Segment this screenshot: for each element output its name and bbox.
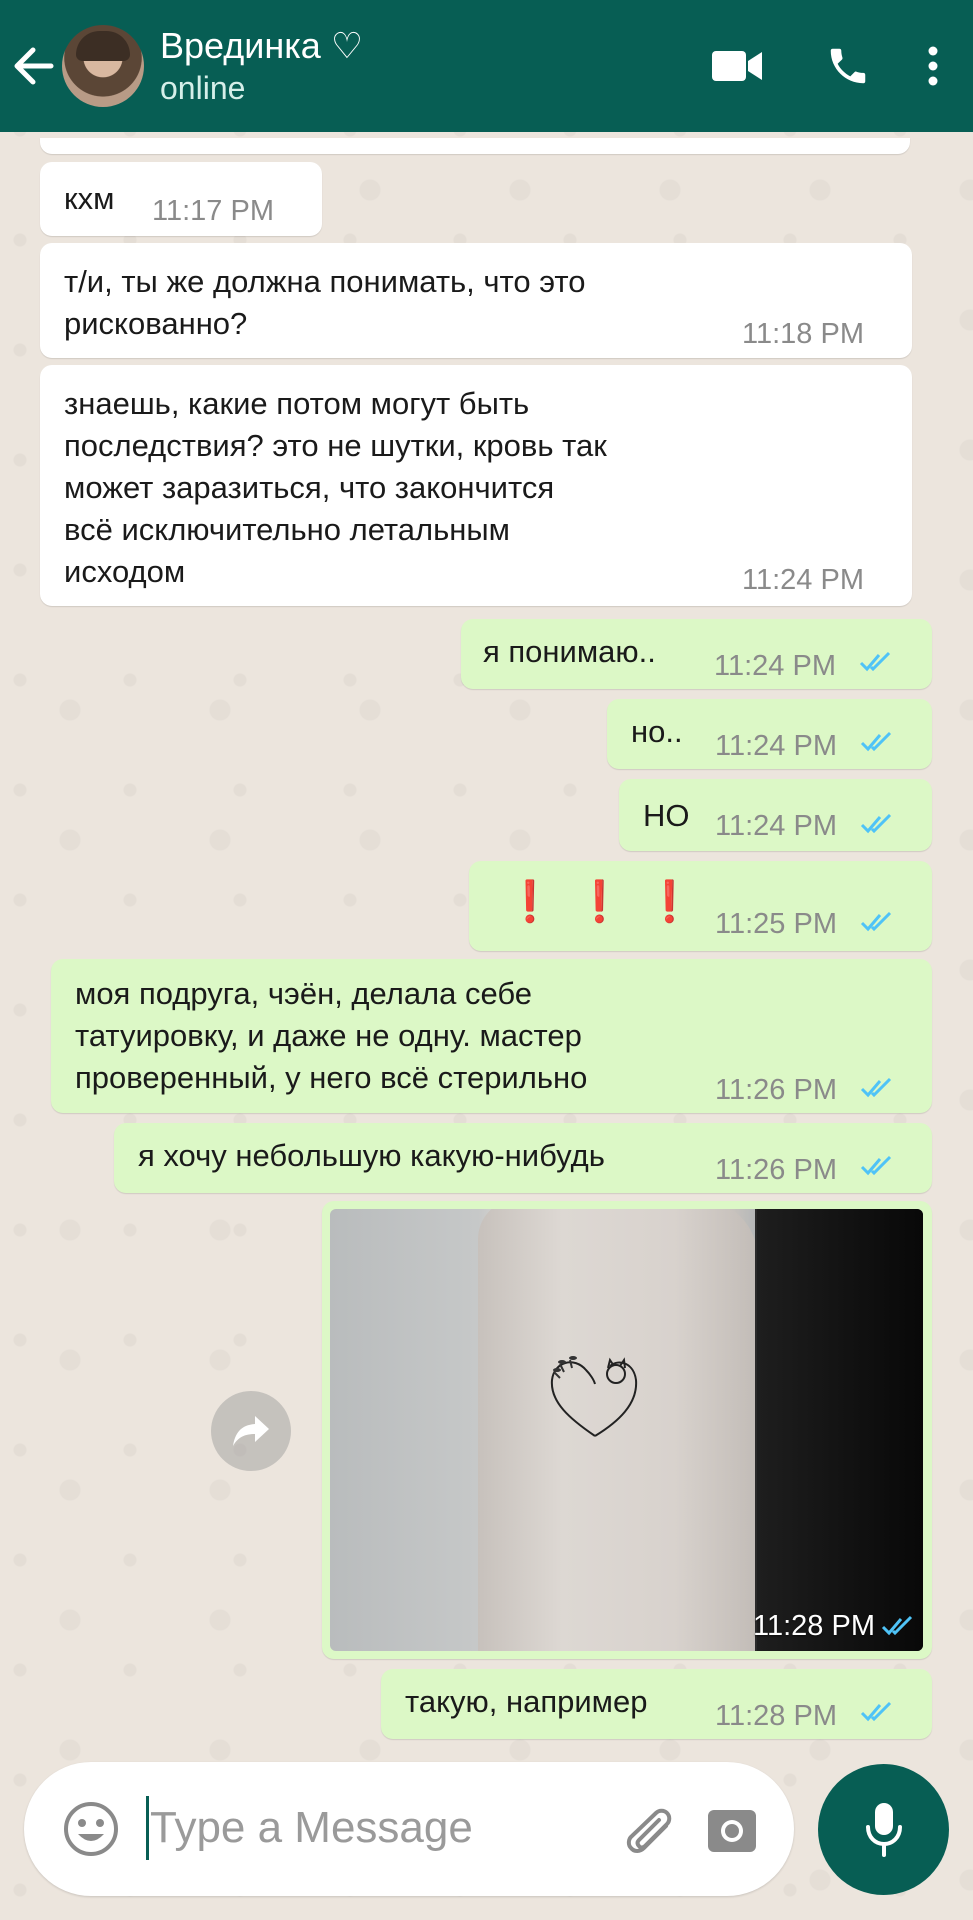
camera-icon [708, 1810, 756, 1852]
avatar[interactable] [62, 25, 144, 107]
emoji-icon [64, 1802, 118, 1856]
message-time: 11:28 PM [753, 1610, 875, 1642]
message-bubble[interactable]: я хочу небольшую какую-нибудь 11:26 PM [114, 1123, 932, 1193]
message-text: т/и, ты же должна понимать, что это риск… [64, 264, 586, 341]
message-text: но.. [631, 714, 683, 749]
back-button[interactable] [0, 0, 66, 132]
message-bubble[interactable]: но.. 11:24 PM [607, 699, 932, 769]
contact-status: online [160, 70, 246, 106]
message-input[interactable] [150, 1792, 590, 1864]
voice-message-button[interactable] [818, 1764, 949, 1895]
emoji-button[interactable] [62, 1800, 120, 1858]
message-text: такую, например [405, 1684, 648, 1719]
microphone-icon [865, 1802, 902, 1857]
contact-name: Врединка ♡ [160, 25, 364, 66]
forward-icon [233, 1416, 269, 1446]
camera-button[interactable] [704, 1802, 760, 1858]
read-ticks-icon [860, 1077, 892, 1098]
voice-call-button[interactable] [793, 0, 903, 132]
message-time: 11:24 PM [715, 810, 837, 842]
more-options-button[interactable] [903, 0, 963, 132]
message-time: 11:25 PM [715, 908, 837, 940]
read-ticks-icon [859, 651, 891, 672]
message-bubble-partial[interactable] [40, 138, 910, 154]
chat-header: Врединка ♡ online [0, 0, 973, 132]
message-text: кхм [64, 181, 115, 216]
message-bubble[interactable]: знаешь, какие потом могут быть последств… [40, 365, 912, 606]
message-bubble[interactable]: т/и, ты же должна понимать, что это риск… [40, 243, 912, 358]
paperclip-icon [626, 1808, 672, 1853]
message-time: 11:24 PM [715, 730, 837, 762]
read-ticks-icon [860, 813, 892, 834]
message-bubble[interactable]: НО 11:24 PM [619, 779, 932, 851]
message-time: 11:28 PM [715, 1700, 837, 1732]
message-text: я понимаю.. [483, 634, 656, 669]
message-text: НО [643, 798, 690, 833]
tattoo-photo[interactable]: 11:28 PM [330, 1209, 923, 1651]
more-vertical-icon [928, 46, 938, 86]
read-ticks-icon [860, 911, 892, 932]
message-bubble[interactable]: такую, например 11:28 PM [381, 1669, 932, 1739]
message-time: 11:26 PM [715, 1074, 837, 1106]
read-ticks-icon [860, 731, 892, 752]
message-time: 11:26 PM [715, 1154, 837, 1186]
read-ticks-icon [860, 1155, 892, 1176]
message-text: я хочу небольшую какую-нибудь [138, 1138, 605, 1173]
message-input-bar [24, 1762, 794, 1896]
message-text: моя подруга, чэён, делала себе татуировк… [75, 976, 588, 1095]
sleeve-image [755, 1209, 923, 1651]
heart-cat-tattoo-icon [550, 1356, 638, 1437]
attach-button[interactable] [620, 1802, 676, 1858]
text-cursor [146, 1796, 149, 1860]
message-time: 11:24 PM [714, 650, 836, 682]
message-bubble[interactable]: моя подруга, чэён, делала себе татуировк… [51, 959, 932, 1113]
arrow-left-icon [14, 47, 54, 85]
forward-button[interactable] [211, 1391, 291, 1471]
contact-info[interactable]: Врединка ♡ online [160, 24, 363, 108]
message-bubble[interactable]: я понимаю.. 11:24 PM [461, 619, 932, 689]
message-time: 11:17 PM [152, 195, 274, 227]
message-time: 11:24 PM [742, 564, 864, 596]
message-text: знаешь, какие потом могут быть последств… [64, 386, 607, 589]
video-call-button[interactable] [683, 0, 793, 132]
message-bubble[interactable]: кхм 11:17 PM [40, 162, 322, 236]
read-ticks-icon [860, 1701, 892, 1722]
video-camera-icon [712, 51, 762, 81]
message-text: ❗❗❗ [505, 880, 715, 924]
message-time: 11:18 PM [742, 318, 864, 350]
message-bubble[interactable]: ❗❗❗ 11:25 PM [469, 861, 932, 951]
phone-icon [830, 48, 866, 84]
read-ticks-icon [881, 1615, 913, 1636]
